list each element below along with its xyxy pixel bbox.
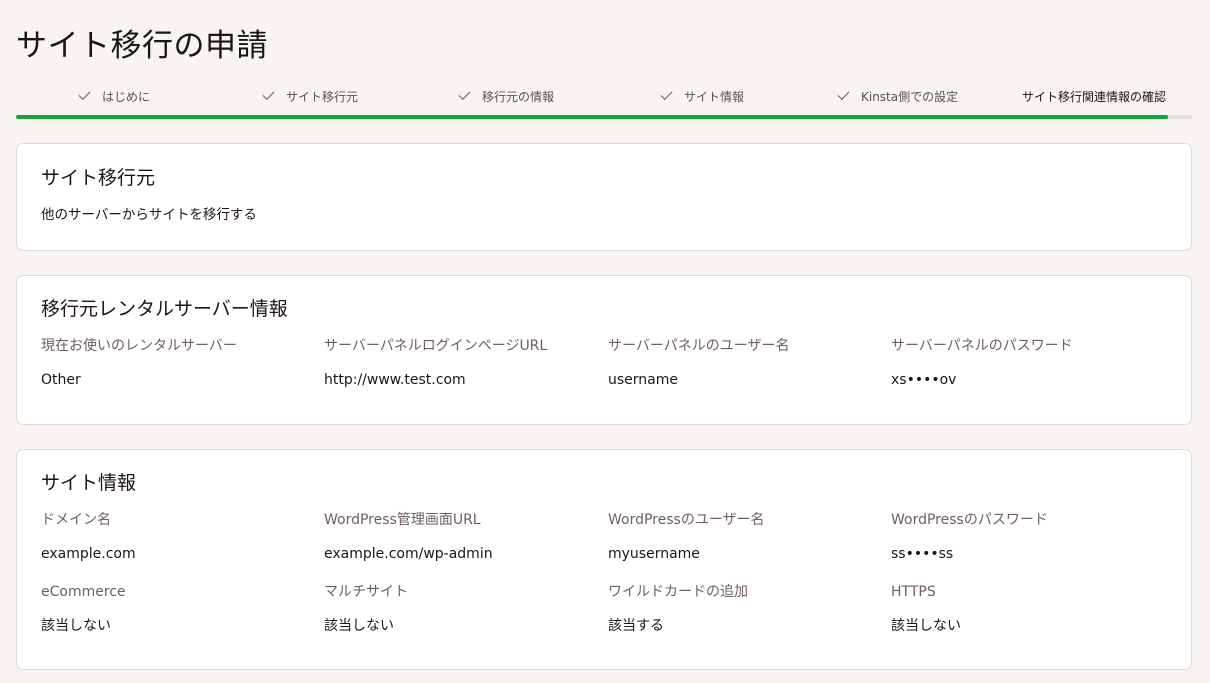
field-label-panel-login-url: サーバーパネルログインページURL [324, 338, 548, 354]
step-label: サイト情報 [684, 90, 745, 104]
card-title: サイト情報 [41, 472, 137, 494]
card-title: サイト移行元 [41, 167, 156, 189]
field-label-wp-username: WordPressのユーザー名 [608, 512, 765, 528]
field-value-wp-admin-url: example.com/wp-admin [324, 546, 493, 562]
step-introduction[interactable]: はじめに [78, 86, 151, 108]
field-label-wp-admin-url: WordPress管理画面URL [324, 512, 481, 528]
check-icon [262, 87, 275, 101]
migration-source-value: 他のサーバーからサイトを移行する [41, 207, 257, 223]
progress-bar [16, 115, 1192, 119]
field-label-ecommerce: eCommerce [41, 584, 126, 600]
field-value-panel-login-url: http://www.test.com [324, 372, 466, 388]
step-kinsta-settings[interactable]: Kinsta側での設定 [837, 86, 959, 108]
site-info-card: サイト情報 ドメイン名 example.com WordPress管理画面URL… [16, 449, 1192, 670]
field-label-panel-password: サーバーパネルのパスワード [891, 338, 1073, 354]
step-confirmation[interactable]: サイト移行関連情報の確認 [1022, 86, 1166, 108]
card-title: 移行元レンタルサーバー情報 [41, 298, 288, 320]
check-icon [458, 87, 471, 101]
field-label-wildcard: ワイルドカードの追加 [608, 584, 748, 600]
step-source-info[interactable]: 移行元の情報 [458, 86, 555, 108]
field-value-current-host: Other [41, 372, 81, 388]
field-value-ecommerce: 該当しない [41, 618, 111, 634]
field-label-multisite: マルチサイト [324, 584, 408, 600]
stepper: はじめに サイト移行元 移行元の情報 サイト情報 Kinsta側での設定 サイト… [16, 86, 1192, 108]
step-label: はじめに [102, 90, 151, 104]
field-value-panel-username: username [608, 372, 678, 388]
step-label: 移行元の情報 [482, 90, 555, 104]
step-site-info[interactable]: サイト情報 [660, 86, 745, 108]
step-migration-source[interactable]: サイト移行元 [262, 86, 359, 108]
field-label-current-host: 現在お使いのレンタルサーバー [41, 338, 237, 354]
step-label: サイト移行関連情報の確認 [1022, 90, 1167, 104]
field-value-wp-password: ss••••ss [891, 546, 954, 562]
field-label-https: HTTPS [891, 584, 936, 600]
field-value-domain: example.com [41, 546, 136, 562]
progress-fill [16, 115, 1169, 119]
field-value-multisite: 該当しない [324, 618, 394, 634]
field-label-panel-username: サーバーパネルのユーザー名 [608, 338, 790, 354]
step-label: サイト移行元 [286, 90, 359, 104]
check-icon [837, 87, 850, 101]
field-value-wildcard: 該当する [608, 618, 664, 634]
check-icon [660, 87, 673, 101]
field-value-wp-username: myusername [608, 546, 700, 562]
field-label-domain: ドメイン名 [41, 512, 111, 528]
field-value-https: 該当しない [891, 618, 961, 634]
page-title: サイト移行の申請 [16, 28, 268, 64]
migration-source-card: サイト移行元 他のサーバーからサイトを移行する [16, 143, 1192, 251]
field-label-wp-password: WordPressのパスワード [891, 512, 1048, 528]
check-icon [78, 87, 91, 101]
migration-request-page: サイト移行の申請 はじめに サイト移行元 移行元の情報 サイト情報 Kinsta… [0, 0, 1210, 683]
hosting-info-card: 移行元レンタルサーバー情報 現在お使いのレンタルサーバー Other サーバーパ… [16, 275, 1192, 425]
step-label: Kinsta側での設定 [861, 90, 959, 104]
field-value-panel-password: xs••••ov [891, 372, 957, 388]
